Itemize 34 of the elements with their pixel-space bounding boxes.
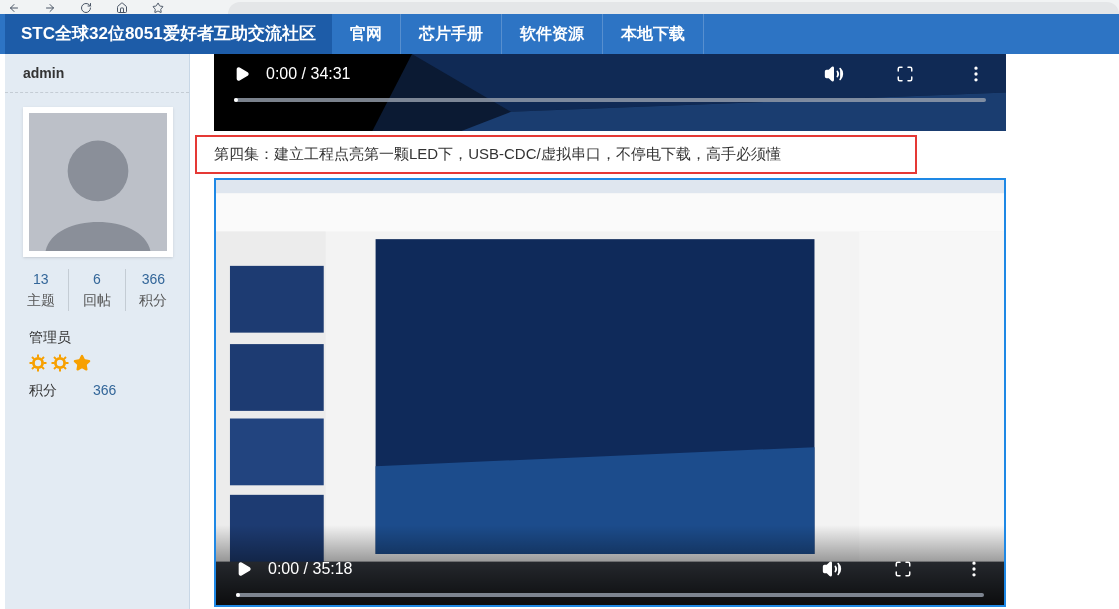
progress-bar[interactable] (234, 98, 238, 102)
home-icon[interactable] (116, 2, 128, 14)
stat-label: 回帖 (83, 291, 111, 310)
sun-icon (51, 354, 69, 372)
fullscreen-icon[interactable] (894, 560, 912, 578)
stat-label: 积分 (139, 291, 168, 310)
video-player[interactable]: 0:00 / 34:31 (214, 54, 1006, 131)
video-player[interactable]: 0:00 / 35:18 (214, 177, 1006, 607)
stat-value[interactable]: 13 (32, 269, 49, 290)
play-icon[interactable] (234, 66, 250, 82)
user-group: 管理员 (29, 327, 189, 348)
points-label: 积分 (29, 381, 57, 400)
stat-value[interactable]: 6 (93, 269, 101, 290)
fullscreen-icon[interactable] (896, 65, 914, 83)
forward-icon[interactable] (44, 2, 56, 14)
time-display: 0:00 / 34:31 (266, 64, 351, 84)
address-field[interactable] (228, 2, 1119, 14)
stat-label: 主题 (26, 291, 55, 310)
site-brand[interactable]: STC全球32位8051爱好者互助交流社区 (5, 14, 332, 54)
bookmark-icon[interactable] (152, 2, 164, 14)
play-icon[interactable] (236, 561, 252, 577)
episode-title[interactable]: 第四集：建立工程点亮第一颗LED下，USB-CDC/虚拟串口，不停电下载，高手必须懂 (195, 135, 917, 174)
back-icon[interactable] (8, 2, 20, 14)
reload-icon[interactable] (80, 2, 92, 14)
points-value[interactable]: 366 (93, 380, 117, 401)
avatar-icon (29, 113, 167, 251)
username[interactable]: admin (5, 54, 189, 93)
star-icon (73, 354, 91, 372)
sun-icon (29, 354, 47, 372)
time-display: 0:00 / 35:18 (268, 559, 353, 579)
volume-icon[interactable] (824, 64, 844, 84)
stat-value[interactable]: 366 (141, 269, 165, 290)
progress-bar[interactable] (236, 593, 240, 597)
volume-icon[interactable] (822, 559, 842, 579)
